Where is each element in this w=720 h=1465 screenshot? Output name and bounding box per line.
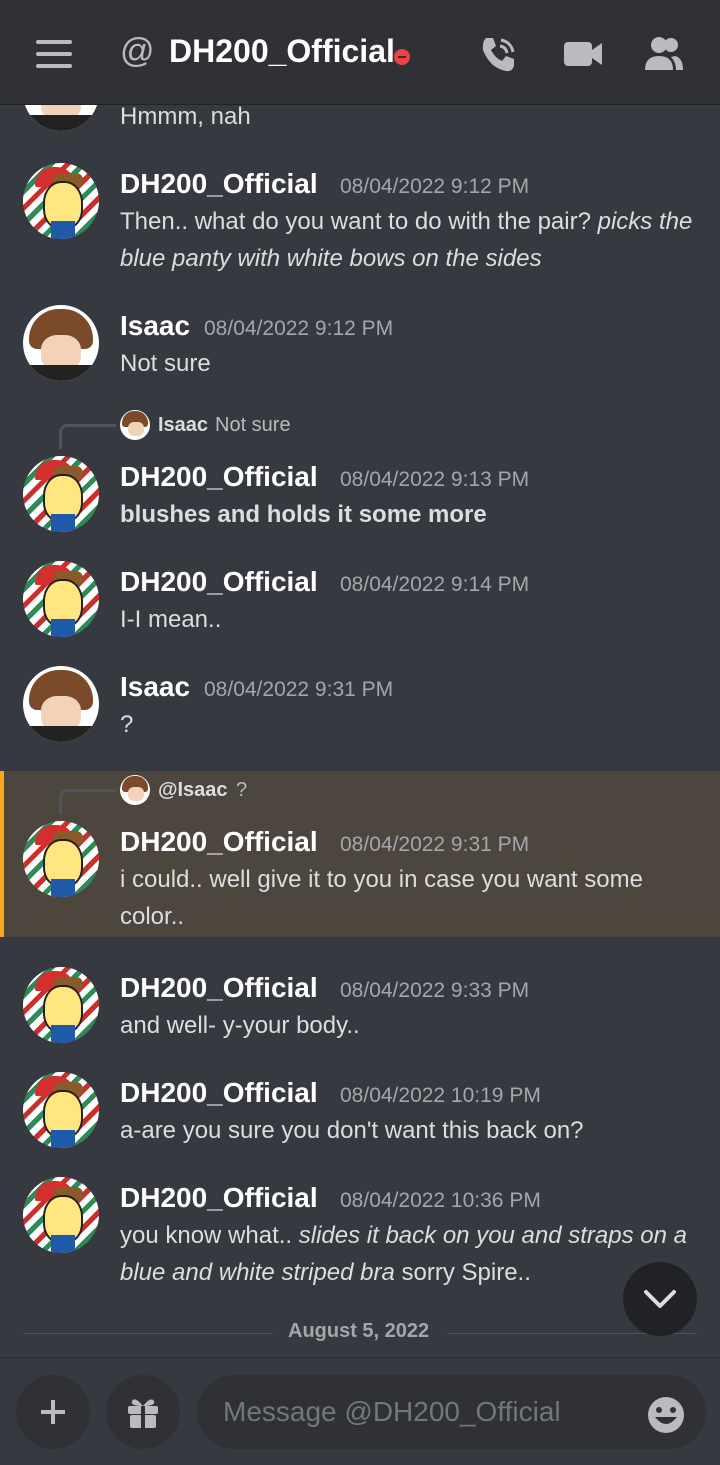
timestamp: 08/04/2022 9:13 PM <box>340 468 530 491</box>
gift-icon <box>128 1399 158 1428</box>
reply-connector <box>59 424 116 449</box>
date-divider-label: August 5, 2022 <box>288 1320 430 1342</box>
reply-avatar <box>120 775 150 805</box>
message-list[interactable]: Hmmm, nah DH200_Official 08/04/2022 9:12… <box>0 105 720 1357</box>
call-icon[interactable] <box>478 34 518 74</box>
avatar[interactable] <box>23 163 99 239</box>
date-divider: August 5, 2022 <box>23 1320 697 1342</box>
message-text: Then.. what do you want to do with the p… <box>120 208 693 272</box>
video-call-icon[interactable] <box>562 34 604 74</box>
gift-nitro-button[interactable] <box>106 1375 180 1449</box>
message-text: I-I mean.. <box>120 606 222 633</box>
author-name[interactable]: DH200_Official <box>120 168 318 200</box>
message-text: a-are you sure you don't want this back … <box>120 1117 584 1144</box>
avatar[interactable] <box>23 105 99 131</box>
message-input[interactable] <box>221 1395 625 1429</box>
reply-avatar <box>120 410 150 440</box>
avatar[interactable] <box>23 967 99 1043</box>
composer-bar <box>0 1357 720 1465</box>
menu-icon[interactable] <box>36 40 72 68</box>
chevron-down-icon <box>644 1290 676 1308</box>
reply-preview[interactable]: Not sure <box>215 414 291 437</box>
jump-to-present-button[interactable] <box>623 1262 697 1336</box>
author-name[interactable]: DH200_Official <box>120 1077 318 1109</box>
avatar[interactable] <box>23 1072 99 1148</box>
message-text: blushes and holds it some more <box>120 501 487 528</box>
reply-author[interactable]: Isaac <box>158 414 208 437</box>
timestamp: 08/04/2022 9:14 PM <box>340 573 530 596</box>
reply-preview[interactable]: ? <box>236 779 247 802</box>
dnd-status-icon <box>394 49 410 65</box>
timestamp: 08/04/2022 9:12 PM <box>204 317 394 340</box>
timestamp: 08/04/2022 9:31 PM <box>204 678 394 701</box>
message-input-container[interactable] <box>197 1375 706 1449</box>
avatar[interactable] <box>23 1177 99 1253</box>
timestamp: 08/04/2022 10:36 PM <box>340 1189 541 1212</box>
members-icon[interactable] <box>643 34 685 74</box>
author-name[interactable]: DH200_Official <box>120 972 318 1004</box>
reply-author[interactable]: @Isaac <box>158 779 228 802</box>
message-text: and well- y-your body.. <box>120 1012 360 1039</box>
message-text: ? <box>120 711 134 738</box>
message-text: i could.. well give it to you in case yo… <box>120 866 643 930</box>
dm-at-icon: @ <box>120 32 155 70</box>
timestamp: 08/04/2022 10:19 PM <box>340 1084 541 1107</box>
avatar[interactable] <box>23 666 99 742</box>
author-name[interactable]: DH200_Official <box>120 461 318 493</box>
author-name[interactable]: DH200_Official <box>120 566 318 598</box>
message-text: Not sure <box>120 350 211 377</box>
emoji-picker-icon[interactable] <box>646 1395 686 1435</box>
timestamp: 08/04/2022 9:33 PM <box>340 979 530 1002</box>
message-text: you know what.. slides it back on you an… <box>120 1222 687 1286</box>
message-text: Hmmm, nah <box>120 105 251 130</box>
author-name[interactable]: Isaac <box>120 671 190 703</box>
channel-title[interactable]: DH200_Official <box>169 33 395 70</box>
author-name[interactable]: Isaac <box>120 310 190 342</box>
avatar[interactable] <box>23 561 99 637</box>
avatar[interactable] <box>23 305 99 381</box>
avatar[interactable] <box>23 456 99 532</box>
avatar[interactable] <box>23 821 99 897</box>
author-name[interactable]: DH200_Official <box>120 826 318 858</box>
channel-header: @ DH200_Official <box>0 0 720 105</box>
reply-connector <box>59 789 116 814</box>
timestamp: 08/04/2022 9:31 PM <box>340 833 530 856</box>
plus-icon <box>41 1400 65 1424</box>
add-attachment-button[interactable] <box>16 1375 90 1449</box>
author-name[interactable]: DH200_Official <box>120 1182 318 1214</box>
timestamp: 08/04/2022 9:12 PM <box>340 175 530 198</box>
